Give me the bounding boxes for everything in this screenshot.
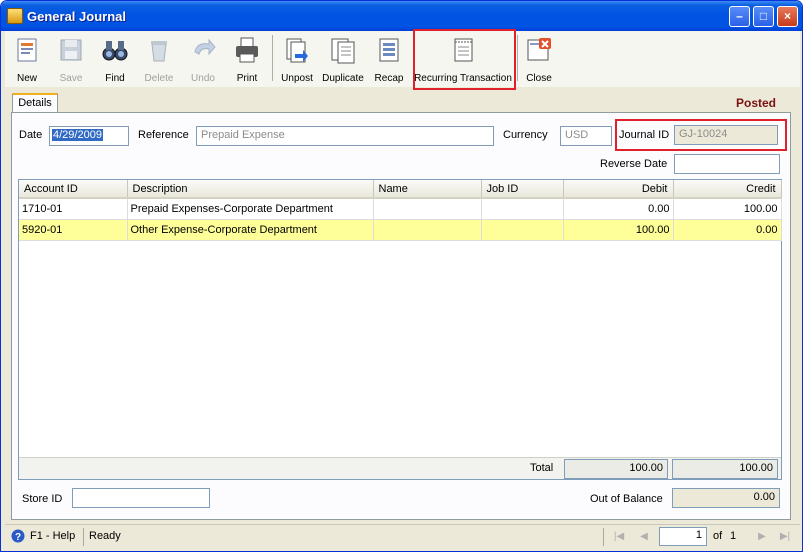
minimize-icon[interactable]: – (729, 6, 750, 27)
journal-id-highlight (615, 119, 787, 151)
first-page-icon[interactable]: |◀ (612, 530, 626, 544)
unpost-icon (286, 38, 308, 63)
reverse-date-field[interactable] (674, 154, 780, 174)
column-header-description[interactable]: Description (127, 180, 374, 199)
description-cell[interactable]: Prepaid Expenses-Corporate Department (127, 198, 374, 220)
credit-cell[interactable]: 0.00 (673, 219, 782, 241)
recurring-transaction-highlight (413, 29, 516, 90)
debit-cell[interactable]: 0.00 (563, 198, 674, 220)
help-label[interactable]: F1 - Help (30, 530, 75, 542)
account-id-cell[interactable]: 1710-01 (19, 198, 128, 220)
total-label: Total (530, 462, 554, 474)
duplicate-button[interactable]: Duplicate (321, 33, 365, 85)
total-debit-field: 100.00 (564, 459, 668, 479)
title-bar[interactable]: General Journal – □ × (1, 1, 802, 31)
out-of-balance-field: 0.00 (672, 488, 780, 508)
duplicate-icon (331, 38, 355, 64)
help-icon[interactable]: ? (11, 529, 25, 543)
reference-field[interactable]: Prepaid Expense (196, 126, 494, 146)
date-field[interactable]: 4/29/2009 (49, 126, 129, 146)
status-divider (83, 528, 84, 546)
general-journal-window: General Journal – □ × New Save Find Dele… (0, 0, 803, 552)
name-cell[interactable] (373, 219, 482, 241)
previous-page-icon[interactable]: ◀ (637, 530, 651, 544)
column-header-debit[interactable]: Debit (563, 180, 674, 199)
svg-text:?: ? (15, 532, 21, 543)
currency-field[interactable]: USD (560, 126, 612, 146)
store-id-label: Store ID (22, 493, 63, 505)
recap-button[interactable]: Recap (369, 33, 409, 85)
maximize-icon[interactable]: □ (753, 6, 774, 27)
date-label: Date (19, 129, 43, 141)
total-row: Total 100.00 100.00 (19, 457, 781, 479)
floppy-disk-icon (60, 39, 82, 61)
credit-cell[interactable]: 100.00 (673, 198, 782, 220)
recap-icon (379, 38, 399, 62)
reference-label: Reference (138, 129, 189, 141)
column-header-job-id[interactable]: Job ID (481, 180, 564, 199)
window-title: General Journal (27, 9, 126, 24)
reverse-date-label: Reverse Date (600, 158, 668, 170)
account-id-cell[interactable]: 5920-01 (19, 219, 128, 241)
page-input[interactable]: 1 (659, 527, 707, 546)
toolbar: New Save Find Delete Undo Print Unpost D… (5, 31, 800, 87)
close-button[interactable]: Close (519, 33, 559, 85)
table-row[interactable]: 5920-01 Other Expense-Corporate Departme… (19, 219, 782, 241)
new-document-icon (17, 38, 37, 62)
debit-cell[interactable]: 100.00 (563, 219, 674, 241)
status-badge: Posted (735, 96, 776, 110)
binoculars-icon (102, 41, 128, 61)
printer-icon (236, 37, 258, 63)
column-header-account-id[interactable]: Account ID (19, 180, 128, 199)
of-label: of (713, 530, 723, 542)
status-bar: ? F1 - Help Ready |◀ ◀ 1 of 1 ▶ ▶| (5, 524, 800, 548)
next-page-icon[interactable]: ▶ (755, 530, 769, 544)
toolbar-separator (272, 35, 273, 81)
tab-details[interactable]: Details (12, 93, 58, 113)
column-header-credit[interactable]: Credit (673, 180, 782, 199)
journal-grid: Account ID Description Name Job ID Debit… (18, 179, 782, 480)
toolbar-separator (517, 35, 518, 81)
print-button[interactable]: Print (227, 33, 267, 85)
status-text: Ready (89, 530, 121, 542)
undo-arrow-icon (194, 38, 216, 56)
table-row[interactable]: 1710-01 Prepaid Expenses-Corporate Depar… (19, 198, 782, 220)
total-pages: 1 (730, 530, 737, 542)
currency-label: Currency (503, 129, 548, 141)
column-header-name[interactable]: Name (373, 180, 482, 199)
delete-button[interactable]: Delete (139, 33, 179, 85)
status-divider (603, 528, 604, 546)
description-cell[interactable]: Other Expense-Corporate Department (127, 219, 374, 241)
grid-header-row: Account ID Description Name Job ID Debit… (19, 180, 782, 199)
find-button[interactable]: Find (95, 33, 135, 85)
close-form-icon (527, 38, 551, 61)
job-id-cell[interactable] (481, 219, 564, 241)
save-button[interactable]: Save (51, 33, 91, 85)
new-button[interactable]: New (7, 33, 47, 85)
last-page-icon[interactable]: ▶| (778, 530, 792, 544)
undo-button[interactable]: Undo (183, 33, 223, 85)
store-id-field[interactable] (72, 488, 210, 508)
recycle-bin-icon (151, 41, 167, 62)
app-icon (7, 8, 23, 24)
unpost-button[interactable]: Unpost (276, 33, 318, 85)
name-cell[interactable] (373, 198, 482, 220)
close-window-icon[interactable]: × (777, 6, 798, 27)
job-id-cell[interactable] (481, 198, 564, 220)
out-of-balance-label: Out of Balance (590, 493, 663, 505)
total-credit-field: 100.00 (672, 459, 778, 479)
